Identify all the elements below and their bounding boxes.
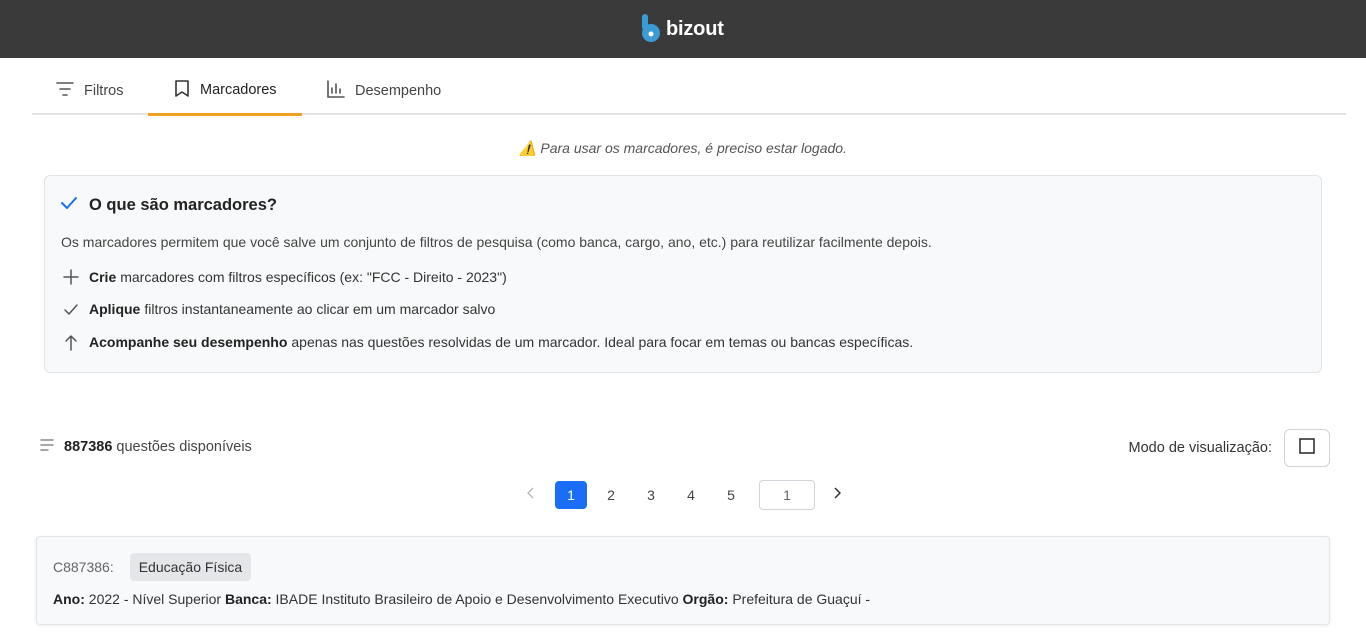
- view-mode-toggle-button[interactable]: [1284, 429, 1330, 467]
- bookmark-icon: [174, 79, 200, 101]
- login-warning: ⚠️ Para usar os marcadores, é preciso es…: [519, 140, 847, 156]
- ano-value: 2022 - Nível Superior: [88, 591, 222, 607]
- orgao-value: Prefeitura de Guaçuí -: [732, 591, 871, 607]
- feature-track-bold: Acompanhe seu desempenho: [89, 334, 288, 350]
- bar-chart-icon: [327, 79, 355, 102]
- ano-label: Ano:: [53, 591, 85, 607]
- tab-desempenho[interactable]: Desempenho: [327, 66, 441, 115]
- page-button-4[interactable]: 4: [675, 481, 707, 509]
- results-count-number: 887386: [64, 439, 113, 455]
- banca-value: IBADE Instituto Brasileiro de Apoio e De…: [275, 591, 679, 607]
- tab-filtros-label: Filtros: [84, 82, 124, 99]
- bizout-logo-icon: [640, 14, 662, 44]
- feature-apply-bold: Aplique: [89, 301, 141, 317]
- orgao-label: Orgão:: [682, 591, 729, 607]
- plus-icon: [61, 269, 81, 285]
- feature-track-text: apenas nas questões resolvidas de um mar…: [291, 334, 914, 350]
- arrow-up-icon: [61, 333, 81, 351]
- prev-page-button[interactable]: [519, 481, 543, 509]
- next-page-button[interactable]: [825, 481, 849, 509]
- question-id: C887386:: [53, 559, 114, 575]
- feature-track: Acompanhe seu desempenho apenas nas ques…: [61, 333, 913, 351]
- subject-badge: Educação Física: [129, 553, 252, 581]
- feature-create: Crie marcadores com filtros específicos …: [61, 269, 507, 285]
- info-description: Os marcadores permitem que você salve um…: [61, 234, 932, 250]
- check-icon: [61, 302, 81, 316]
- tab-desempenho-label: Desempenho: [355, 82, 442, 99]
- tab-filtros[interactable]: Filtros: [56, 66, 123, 115]
- tab-marcadores[interactable]: Marcadores: [148, 66, 302, 116]
- pagination: 1 2 3 4 5: [519, 480, 849, 510]
- page-button-3[interactable]: 3: [635, 481, 667, 509]
- top-bar: bizout: [0, 0, 1366, 58]
- check-icon: [61, 196, 89, 215]
- question-card[interactable]: C887386: Educação Física Ano: 2022 - Nív…: [36, 536, 1330, 625]
- question-header: C887386: Educação Física: [53, 553, 252, 581]
- page-number-input[interactable]: [759, 480, 815, 510]
- tab-bar: Filtros Marcadores Desempenho: [32, 66, 1346, 116]
- page-button-1[interactable]: 1: [555, 481, 587, 509]
- feature-create-text: marcadores com filtros específicos (ex: …: [120, 269, 507, 285]
- brand-logo[interactable]: bizout: [640, 14, 724, 44]
- feature-create-bold: Crie: [89, 269, 117, 285]
- view-mode: Modo de visualização:: [1129, 429, 1330, 467]
- results-count-label: questões disponíveis: [116, 439, 252, 455]
- page-button-2[interactable]: 2: [595, 481, 627, 509]
- filter-icon: [56, 81, 84, 100]
- chevron-right-icon: [833, 486, 842, 504]
- view-mode-label: Modo de visualização:: [1128, 440, 1272, 456]
- banca-label: Banca:: [224, 591, 272, 607]
- results-count: 887386 questões disponíveis: [40, 439, 252, 455]
- feature-apply-text: filtros instantaneamente ao clicar em um…: [144, 301, 496, 317]
- square-icon: [1299, 438, 1315, 458]
- info-title: O que são marcadores?: [61, 196, 277, 215]
- tab-marcadores-label: Marcadores: [200, 81, 277, 98]
- page-button-5[interactable]: 5: [715, 481, 747, 509]
- list-icon: [40, 439, 64, 455]
- markers-info-box: O que são marcadores? Os marcadores perm…: [44, 175, 1322, 373]
- chevron-left-icon: [526, 486, 535, 504]
- brand-name: bizout: [666, 17, 724, 40]
- question-meta: Ano: 2022 - Nível Superior Banca: IBADE …: [53, 591, 870, 607]
- feature-apply: Aplique filtros instantaneamente ao clic…: [61, 301, 495, 317]
- info-title-text: O que são marcadores?: [89, 196, 277, 214]
